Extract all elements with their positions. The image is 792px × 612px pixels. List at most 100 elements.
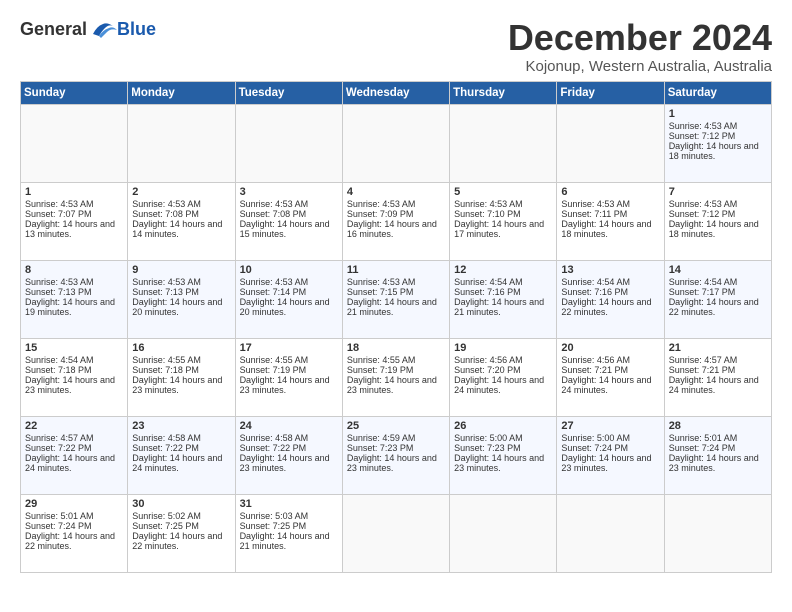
- sunset: Sunset: 7:22 PM: [132, 443, 199, 453]
- table-row: 14Sunrise: 4:54 AMSunset: 7:17 PMDayligh…: [664, 260, 771, 338]
- daylight: Daylight: 14 hours and 23 minutes.: [347, 375, 437, 395]
- table-row: 16Sunrise: 4:55 AMSunset: 7:18 PMDayligh…: [128, 338, 235, 416]
- table-row: 2Sunrise: 4:53 AMSunset: 7:08 PMDaylight…: [128, 182, 235, 260]
- table-row: 24Sunrise: 4:58 AMSunset: 7:22 PMDayligh…: [235, 416, 342, 494]
- day-number: 25: [347, 420, 445, 432]
- header: General Blue December 2024 Kojonup, West…: [20, 18, 772, 75]
- sunset: Sunset: 7:20 PM: [454, 365, 521, 375]
- sunset: Sunset: 7:12 PM: [669, 209, 736, 219]
- day-number: 7: [669, 186, 767, 198]
- sunrise: Sunrise: 4:54 AM: [25, 355, 94, 365]
- table-row: [342, 494, 449, 572]
- day-number: 4: [347, 186, 445, 198]
- sunrise: Sunrise: 4:54 AM: [669, 277, 738, 287]
- daylight: Daylight: 14 hours and 23 minutes.: [561, 453, 651, 473]
- day-number: 22: [25, 420, 123, 432]
- daylight: Daylight: 14 hours and 24 minutes.: [561, 375, 651, 395]
- calendar-row: 22Sunrise: 4:57 AMSunset: 7:22 PMDayligh…: [21, 416, 772, 494]
- sunrise: Sunrise: 5:00 AM: [561, 433, 630, 443]
- calendar-row: 15Sunrise: 4:54 AMSunset: 7:18 PM Dayligh…: [21, 338, 772, 416]
- daylight: Daylight: 14 hours and 22 minutes.: [561, 297, 651, 317]
- day-number: 15: [25, 342, 123, 354]
- sunset: Sunset: 7:13 PM: [132, 287, 199, 297]
- logo-bird-icon: [89, 18, 117, 40]
- daylight: Daylight: 14 hours and 21 minutes.: [454, 297, 544, 317]
- sunset: Sunset: 7:24 PM: [25, 521, 92, 531]
- sunset: Sunset: 7:16 PM: [454, 287, 521, 297]
- table-row: 19Sunrise: 4:56 AMSunset: 7:20 PMDayligh…: [450, 338, 557, 416]
- calendar-row: 1Sunrise: 4:53 AMSunset: 7:12 PMDaylight…: [21, 104, 772, 182]
- sunrise: Sunrise: 4:53 AM: [132, 277, 201, 287]
- daylight: Daylight: 14 hours and 21 minutes.: [347, 297, 437, 317]
- sunset: Sunset: 7:08 PM: [132, 209, 199, 219]
- table-row: [450, 104, 557, 182]
- day-number: 16: [132, 342, 230, 354]
- sunset: Sunset: 7:21 PM: [669, 365, 736, 375]
- sunset: Sunset: 7:25 PM: [132, 521, 199, 531]
- daylight: Daylight: 14 hours and 23 minutes.: [132, 375, 222, 395]
- table-row: 9Sunrise: 4:53 AMSunset: 7:13 PMDaylight…: [128, 260, 235, 338]
- daylight: Daylight: 14 hours and 23 minutes.: [240, 375, 330, 395]
- sunrise: Sunrise: 4:55 AM: [347, 355, 416, 365]
- sunset: Sunset: 7:18 PM: [25, 365, 92, 375]
- sunrise: Sunrise: 5:00 AM: [454, 433, 523, 443]
- sunset: Sunset: 7:17 PM: [669, 287, 736, 297]
- daylight: Daylight: 14 hours and 23 minutes.: [347, 453, 437, 473]
- table-row: 28Sunrise: 5:01 AMSunset: 7:24 PMDayligh…: [664, 416, 771, 494]
- sunset: Sunset: 7:19 PM: [347, 365, 414, 375]
- sunrise: Sunrise: 4:53 AM: [25, 277, 94, 287]
- day-number: 2: [132, 186, 230, 198]
- table-row: [557, 494, 664, 572]
- sunrise: Sunrise: 4:59 AM: [347, 433, 416, 443]
- sunrise: Sunrise: 4:53 AM: [347, 199, 416, 209]
- sunrise: Sunrise: 4:53 AM: [25, 199, 94, 209]
- daylight: Daylight: 14 hours and 19 minutes.: [25, 297, 115, 317]
- month-title: December 2024: [508, 18, 772, 58]
- table-row: 8Sunrise: 4:53 AMSunset: 7:13 PMDaylight…: [21, 260, 128, 338]
- table-row: 12Sunrise: 4:54 AMSunset: 7:16 PMDayligh…: [450, 260, 557, 338]
- day-number: 1: [669, 108, 767, 120]
- logo: General Blue: [20, 18, 156, 40]
- sunrise: Sunrise: 5:03 AM: [240, 511, 309, 521]
- sunset: Sunset: 7:23 PM: [454, 443, 521, 453]
- table-row: 13Sunrise: 4:54 AMSunset: 7:16 PMDayligh…: [557, 260, 664, 338]
- sunset: Sunset: 7:09 PM: [347, 209, 414, 219]
- table-row: 18Sunrise: 4:55 AMSunset: 7:19 PMDayligh…: [342, 338, 449, 416]
- sunrise: Sunrise: 4:54 AM: [561, 277, 630, 287]
- sunset: Sunset: 7:15 PM: [347, 287, 414, 297]
- daylight: Daylight: 14 hours and 24 minutes.: [132, 453, 222, 473]
- sunrise: Sunrise: 4:55 AM: [240, 355, 309, 365]
- sunset: Sunset: 7:22 PM: [240, 443, 307, 453]
- sunset: Sunset: 7:22 PM: [25, 443, 92, 453]
- sunrise: Sunrise: 4:57 AM: [669, 355, 738, 365]
- table-row: 31Sunrise: 5:03 AMSunset: 7:25 PMDayligh…: [235, 494, 342, 572]
- day-number: 26: [454, 420, 552, 432]
- sunrise: Sunrise: 4:56 AM: [561, 355, 630, 365]
- col-friday: Friday: [557, 81, 664, 104]
- calendar-table: Sunday Monday Tuesday Wednesday Thursday…: [20, 81, 772, 573]
- daylight: Daylight: 14 hours and 23 minutes.: [669, 453, 759, 473]
- col-sunday: Sunday: [21, 81, 128, 104]
- table-row: 5Sunrise: 4:53 AMSunset: 7:10 PMDaylight…: [450, 182, 557, 260]
- table-row: [557, 104, 664, 182]
- daylight: Daylight: 14 hours and 22 minutes.: [132, 531, 222, 551]
- table-row: 22Sunrise: 4:57 AMSunset: 7:22 PMDayligh…: [21, 416, 128, 494]
- sunset: Sunset: 7:23 PM: [347, 443, 414, 453]
- sunrise: Sunrise: 5:01 AM: [25, 511, 94, 521]
- table-row: [664, 494, 771, 572]
- table-row: 15Sunrise: 4:54 AMSunset: 7:18 PMDayligh…: [21, 338, 128, 416]
- day-number: 23: [132, 420, 230, 432]
- sunrise: Sunrise: 4:56 AM: [454, 355, 523, 365]
- col-monday: Monday: [128, 81, 235, 104]
- col-wednesday: Wednesday: [342, 81, 449, 104]
- daylight: Daylight: 14 hours and 17 minutes.: [454, 219, 544, 239]
- sunrise: Sunrise: 5:01 AM: [669, 433, 738, 443]
- sunrise: Sunrise: 4:55 AM: [132, 355, 201, 365]
- sunset: Sunset: 7:08 PM: [240, 209, 307, 219]
- table-row: 30Sunrise: 5:02 AMSunset: 7:25 PMDayligh…: [128, 494, 235, 572]
- sunset: Sunset: 7:21 PM: [561, 365, 628, 375]
- table-row: 20Sunrise: 4:56 AMSunset: 7:21 PMDayligh…: [557, 338, 664, 416]
- day-number: 6: [561, 186, 659, 198]
- sunrise: Sunrise: 4:58 AM: [132, 433, 201, 443]
- logo-general: General: [20, 19, 87, 40]
